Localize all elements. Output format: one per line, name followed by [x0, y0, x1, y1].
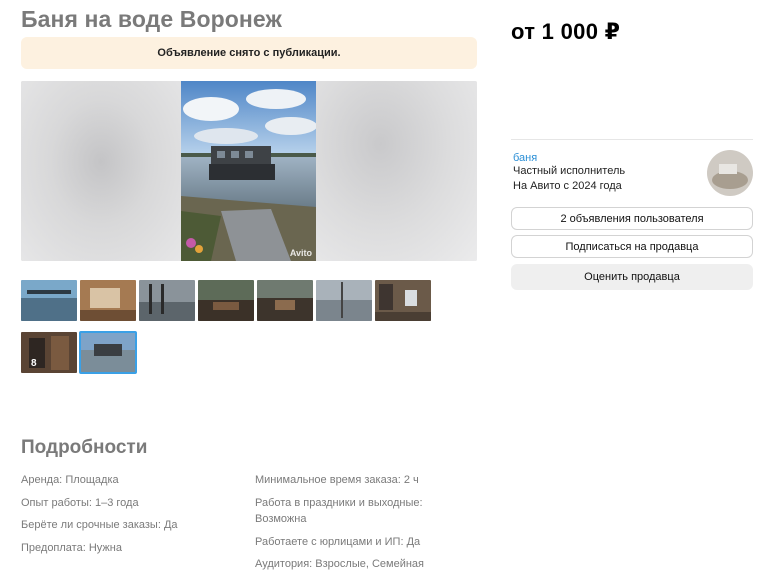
- detail-row: Работа в праздники и выходные: Возможна: [255, 497, 423, 525]
- details-heading: Подробности: [21, 437, 148, 458]
- detail-row: Опыт работы: 1–3 года: [21, 497, 139, 509]
- thumbnail[interactable]: [316, 280, 372, 321]
- subscribe-seller-button[interactable]: Подписаться на продавца: [511, 235, 753, 258]
- detail-row: Аудитория: Взрослые, Семейная: [255, 558, 424, 570]
- detail-row: Минимальное время заказа: 2 ч: [255, 474, 419, 486]
- thumbnail-count-badge: 8: [31, 358, 37, 369]
- seller-since: На Авито с 2024 года: [513, 180, 622, 192]
- thumbnail[interactable]: [198, 280, 254, 321]
- detail-row: Работаете с юрлицами и ИП: Да: [255, 536, 421, 548]
- thumbnail[interactable]: [139, 280, 195, 321]
- thumbnail[interactable]: [80, 280, 136, 321]
- listing-title: Баня на воде Воронеж: [21, 6, 282, 32]
- rate-seller-button[interactable]: Оценить продавца: [511, 264, 753, 290]
- divider: [511, 139, 753, 140]
- gallery-next-blur[interactable]: [316, 81, 477, 261]
- seller-avatar[interactable]: [707, 150, 753, 196]
- main-photo[interactable]: Avito: [181, 81, 316, 261]
- seller-name-link[interactable]: баня: [513, 152, 537, 164]
- detail-row: Берёте ли срочные заказы: Да: [21, 519, 178, 531]
- thumbnail[interactable]: [375, 280, 431, 321]
- seller-type: Частный исполнитель: [513, 165, 626, 177]
- detail-row: Аренда: Площадка: [21, 474, 119, 486]
- gallery-prev-blur[interactable]: [21, 81, 181, 261]
- thumbnail[interactable]: [257, 280, 313, 321]
- thumbnail[interactable]: [21, 280, 77, 321]
- thumbnail[interactable]: 8: [21, 332, 77, 373]
- photo-gallery[interactable]: Avito: [21, 81, 477, 261]
- detail-row: Предоплата: Нужна: [21, 542, 122, 554]
- seller-listings-button[interactable]: 2 объявления пользователя: [511, 207, 753, 230]
- avito-watermark: Avito: [289, 248, 312, 258]
- thumbnail-selected[interactable]: [79, 331, 137, 374]
- price: от 1 000 ₽: [511, 19, 621, 44]
- status-banner: Объявление снято с публикации.: [21, 37, 477, 69]
